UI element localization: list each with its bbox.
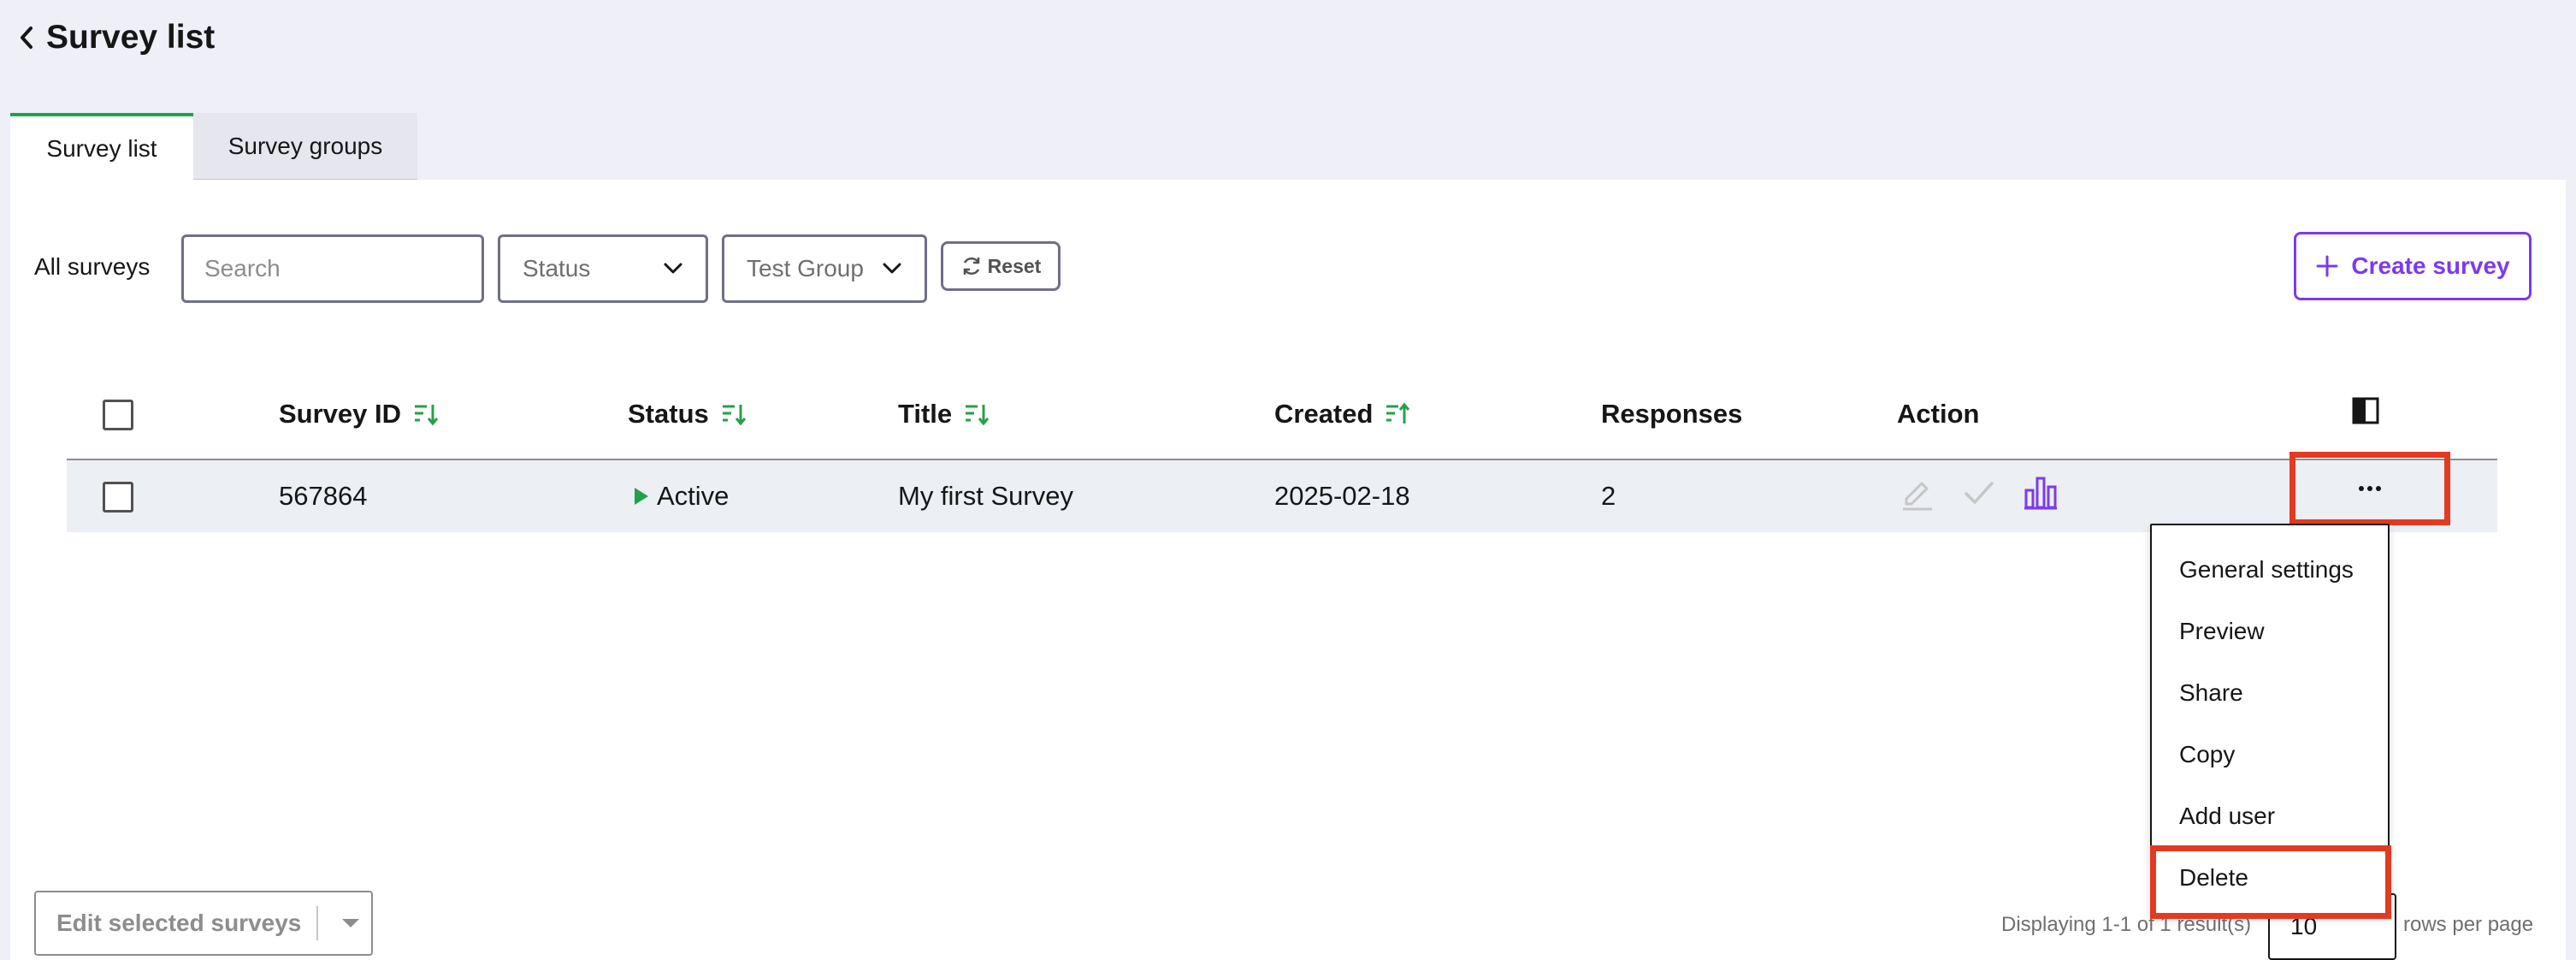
refresh-icon xyxy=(963,257,979,276)
chevron-down-icon xyxy=(664,263,682,274)
column-header-title[interactable]: Title xyxy=(898,395,990,433)
pencil-icon xyxy=(1903,482,1932,511)
column-label: Title xyxy=(898,399,953,429)
page-title: Survey list xyxy=(46,19,216,56)
reset-label: Reset xyxy=(987,254,1042,277)
reset-button[interactable]: Reset xyxy=(941,241,1061,291)
column-label: Responses xyxy=(1601,399,1743,429)
column-header-survey-id[interactable]: Survey ID xyxy=(279,395,439,433)
search-input[interactable] xyxy=(204,255,513,282)
create-survey-button[interactable]: Create survey xyxy=(2294,232,2532,300)
tab-survey-groups[interactable]: Survey groups xyxy=(193,113,417,181)
column-label: Survey ID xyxy=(279,399,402,429)
sort-desc-icon xyxy=(415,405,439,426)
menu-item-preview[interactable]: Preview xyxy=(2152,601,2388,662)
sort-desc-icon xyxy=(722,405,746,426)
caret-down-icon xyxy=(342,919,360,927)
column-label: Action xyxy=(1897,399,1980,429)
group-dropdown-label: Test Group xyxy=(747,255,864,281)
edit-button[interactable] xyxy=(1897,472,1938,513)
column-header-status[interactable]: Status xyxy=(628,395,747,433)
cell-title: My first Survey xyxy=(898,481,1073,511)
filter-label: All surveys xyxy=(34,253,151,280)
select-all-checkbox[interactable] xyxy=(103,400,133,430)
column-label: Created xyxy=(1274,399,1374,429)
column-header-action: Action xyxy=(1897,395,1979,433)
row-checkbox[interactable] xyxy=(103,482,133,513)
edit-selected-label: Edit selected surveys xyxy=(56,910,302,936)
separator xyxy=(316,906,319,940)
play-icon xyxy=(635,488,648,505)
cell-status: Active xyxy=(635,479,729,513)
menu-item-delete[interactable]: Delete xyxy=(2152,847,2388,909)
rows-per-page-label: rows per page xyxy=(2403,913,2534,936)
cell-responses: 2 xyxy=(1601,481,1616,511)
tab-survey-list[interactable]: Survey list xyxy=(10,113,193,181)
chevron-left-icon xyxy=(21,27,32,49)
status-dropdown[interactable]: Status xyxy=(498,234,708,303)
group-dropdown[interactable]: Test Group xyxy=(722,234,927,303)
chevron-down-icon xyxy=(883,263,901,274)
checkmark-icon xyxy=(1964,482,1994,504)
more-horizontal-icon xyxy=(2359,486,2381,491)
bar-chart-icon xyxy=(2024,477,2057,510)
sort-desc-icon xyxy=(966,405,990,426)
column-settings-icon[interactable] xyxy=(2350,395,2381,426)
overflow-menu-button[interactable] xyxy=(2289,452,2450,525)
status-text: Active xyxy=(657,481,730,511)
cell-survey-id: 567864 xyxy=(279,481,368,511)
menu-item-general-settings[interactable]: General settings xyxy=(2152,539,2388,601)
column-header-created[interactable]: Created xyxy=(1274,395,1410,433)
search-field[interactable] xyxy=(181,234,513,303)
overflow-menu: General settings Preview Share Copy Add … xyxy=(2150,524,2390,916)
report-button[interactable] xyxy=(2020,472,2061,513)
column-header-responses: Responses xyxy=(1601,395,1742,433)
edit-selected-surveys-button[interactable]: Edit selected surveys xyxy=(34,891,373,956)
menu-item-share[interactable]: Share xyxy=(2152,662,2388,724)
menu-item-add-user[interactable]: Add user xyxy=(2152,785,2388,847)
back-link[interactable]: Survey list xyxy=(17,12,215,63)
plus-icon xyxy=(2316,255,2338,277)
sort-asc-icon xyxy=(1386,402,1410,424)
create-survey-label: Create survey xyxy=(2351,252,2510,279)
approve-button[interactable] xyxy=(1959,472,2000,513)
column-label: Status xyxy=(628,399,709,429)
status-dropdown-label: Status xyxy=(523,255,591,281)
cell-created: 2025-02-18 xyxy=(1274,481,1410,511)
menu-item-copy[interactable]: Copy xyxy=(2152,724,2388,785)
